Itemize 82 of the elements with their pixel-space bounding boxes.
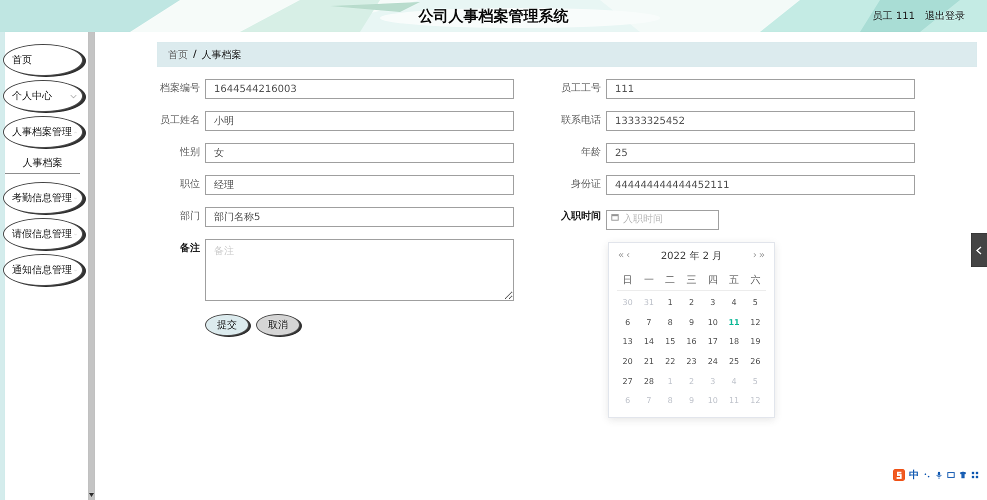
menu-item[interactable]: 通知信息管理 bbox=[3, 254, 83, 286]
logout-link[interactable]: 退出登录 bbox=[925, 9, 965, 23]
field-label: 部门 bbox=[179, 210, 200, 224]
field-label: 年龄 bbox=[580, 146, 601, 160]
field-label: 联系电话 bbox=[560, 114, 601, 128]
calendar-day[interactable]: 28 bbox=[638, 371, 660, 391]
calendar-day[interactable]: 27 bbox=[617, 371, 638, 391]
calendar-day[interactable]: 7 bbox=[638, 312, 660, 332]
keyboard-icon[interactable] bbox=[947, 471, 955, 479]
menu-item[interactable]: 请假信息管理 bbox=[3, 218, 83, 250]
calendar-day[interactable]: 14 bbox=[638, 332, 660, 352]
calendar-day[interactable]: 5 bbox=[744, 293, 766, 313]
field-label: 备注 bbox=[179, 241, 200, 256]
calendar-day[interactable]: 21 bbox=[638, 352, 660, 372]
calendar-day[interactable]: 19 bbox=[744, 332, 766, 352]
field-label: 职位 bbox=[179, 178, 200, 192]
calendar-day[interactable]: 3 bbox=[702, 293, 724, 313]
weekday-label: 日 bbox=[617, 271, 638, 291]
breadcrumb-link[interactable]: 人事档案 bbox=[202, 48, 242, 62]
menu-item[interactable]: 首页 bbox=[3, 44, 83, 76]
text-field[interactable]: 小明 bbox=[205, 111, 514, 131]
calendar-day[interactable]: 6 bbox=[617, 312, 638, 332]
menu-item[interactable]: 考勤信息管理 bbox=[3, 182, 83, 214]
weekday-label: 二 bbox=[660, 271, 681, 291]
breadcrumb-separator: / bbox=[193, 49, 197, 60]
field-label: 身份证 bbox=[570, 178, 601, 192]
weekday-label: 三 bbox=[680, 271, 702, 291]
logo-icon[interactable] bbox=[893, 469, 905, 481]
weekday-label: 六 bbox=[744, 271, 766, 291]
breadcrumb-link[interactable]: 首页 bbox=[168, 48, 188, 62]
calendar-icon bbox=[611, 213, 619, 221]
collapse-tab[interactable] bbox=[971, 233, 987, 267]
calendar-day[interactable]: 2 bbox=[680, 293, 702, 313]
weekday-label: 五 bbox=[723, 271, 745, 291]
field-label: 性别 bbox=[178, 146, 200, 160]
field-label: 员工姓名 bbox=[159, 114, 200, 128]
field-label: 入职时间 bbox=[560, 210, 601, 224]
month-title: 2022 年 2 月 bbox=[660, 250, 724, 263]
weekday-label: 四 bbox=[702, 271, 724, 291]
text-field[interactable]: 444444444444452111 bbox=[606, 175, 915, 195]
cancel-button[interactable]: 取消 bbox=[256, 314, 300, 336]
text-field[interactable]: 经理 bbox=[205, 175, 514, 195]
calendar-day[interactable]: 15 bbox=[660, 332, 681, 352]
calendar-day[interactable]: 4 bbox=[723, 293, 745, 313]
text-field[interactable]: 25 bbox=[606, 143, 915, 163]
user-name: 员工 111 bbox=[872, 10, 915, 23]
calendar-day[interactable]: 18 bbox=[723, 332, 745, 352]
date-field[interactable]: 入职时间 bbox=[606, 210, 719, 230]
calendar-day[interactable]: 22 bbox=[660, 352, 681, 372]
calendar-day[interactable]: 1 bbox=[660, 293, 681, 313]
text-field[interactable]: 女 bbox=[205, 143, 514, 163]
down-arrow-icon[interactable] bbox=[89, 493, 94, 497]
calendar-day[interactable]: 23 bbox=[680, 352, 702, 372]
microphone-icon[interactable] bbox=[935, 471, 943, 479]
calendar-day[interactable]: 26 bbox=[744, 352, 766, 372]
text-field[interactable]: 111 bbox=[606, 79, 915, 99]
grid-icon[interactable] bbox=[971, 471, 979, 479]
submit-button[interactable]: 提交 bbox=[205, 314, 249, 336]
menu-item[interactable]: 个人中心 bbox=[3, 80, 83, 112]
calendar-day[interactable]: 17 bbox=[702, 332, 724, 352]
field-label: 档案编号 bbox=[159, 82, 200, 96]
menu-item[interactable]: 人事档案管理 bbox=[3, 116, 83, 148]
calendar-day[interactable]: 8 bbox=[660, 312, 681, 332]
calendar-day[interactable]: 13 bbox=[617, 332, 638, 352]
text-field[interactable]: 13333325452 bbox=[606, 111, 915, 131]
calendar-day[interactable]: 9 bbox=[680, 312, 702, 332]
calendar-day[interactable]: 10 bbox=[702, 312, 724, 332]
text-field[interactable]: 1644544216003 bbox=[205, 79, 514, 99]
calendar-day[interactable]: 12 bbox=[744, 312, 766, 332]
weekday-label: 一 bbox=[638, 271, 660, 291]
calendar-day[interactable]: 20 bbox=[617, 352, 638, 372]
calendar-day[interactable]: 24 bbox=[702, 352, 724, 372]
shirt-icon[interactable] bbox=[959, 471, 967, 479]
chevron-left-icon bbox=[976, 246, 982, 254]
scrollbar[interactable] bbox=[88, 32, 95, 500]
input-mode[interactable]: 中 bbox=[909, 468, 919, 482]
punctuation-icon[interactable] bbox=[923, 471, 931, 479]
field-label: 员工工号 bbox=[560, 82, 601, 96]
text-field[interactable]: 部门名称5 bbox=[205, 207, 514, 227]
app-title: 公司人事档案管理系统 bbox=[418, 6, 568, 26]
calendar-day[interactable]: 16 bbox=[680, 332, 702, 352]
calendar-day[interactable]: 25 bbox=[723, 352, 745, 372]
